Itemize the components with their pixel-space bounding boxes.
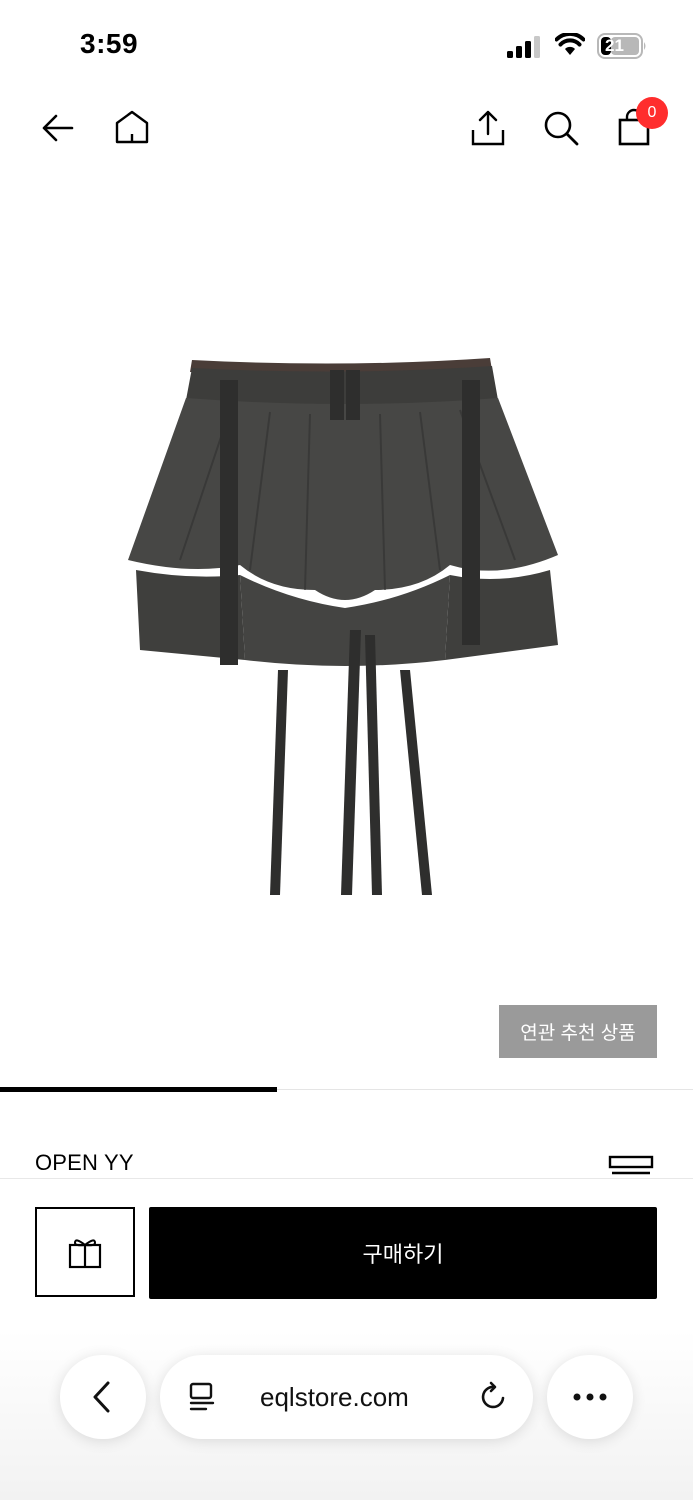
battery-level: 21 (605, 36, 624, 55)
product-image[interactable] (120, 340, 570, 910)
browser-back-button[interactable] (60, 1355, 146, 1439)
brand-name[interactable]: OPEN YY (35, 1150, 134, 1176)
gift-button[interactable] (35, 1207, 135, 1297)
related-products-button[interactable]: 연관 추천 상품 (499, 1005, 657, 1058)
cellular-signal-icon (507, 36, 540, 58)
status-time: 3:59 (80, 28, 139, 59)
buy-button[interactable]: 구매하기 (149, 1207, 657, 1299)
address-bar[interactable]: eqlstore.com (160, 1355, 533, 1439)
gift-icon (68, 1239, 102, 1269)
reload-icon[interactable] (478, 1381, 510, 1413)
cart-count-badge: 0 (636, 97, 668, 129)
home-icon[interactable] (112, 108, 152, 148)
url-text[interactable]: eqlstore.com (260, 1382, 409, 1413)
chevron-left-icon (93, 1381, 110, 1413)
reader-icon[interactable] (186, 1381, 218, 1413)
battery-icon: 21 (597, 33, 647, 59)
gallery-progress-fill (0, 1087, 277, 1092)
share-icon[interactable] (468, 108, 508, 148)
browser-more-button[interactable] (547, 1355, 633, 1439)
back-arrow-icon[interactable] (38, 108, 78, 148)
wifi-icon (555, 33, 585, 55)
brand-store-icon[interactable] (608, 1155, 654, 1179)
more-icon (573, 1393, 607, 1401)
search-icon[interactable] (541, 108, 581, 148)
